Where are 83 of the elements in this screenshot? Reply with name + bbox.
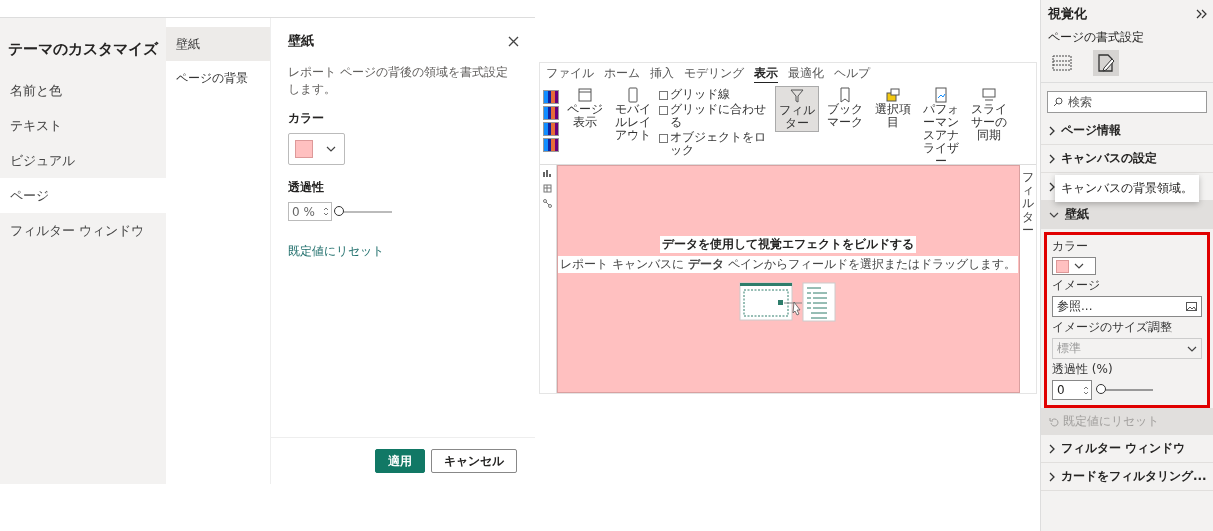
ribbon-button[interactable]: 選択項目 xyxy=(870,86,915,130)
apply-button[interactable]: 適用 xyxy=(375,449,425,473)
ribbon-button[interactable]: ブックマーク xyxy=(822,86,867,130)
chevron-right-icon xyxy=(1049,153,1055,164)
ribbon-tab[interactable]: 表示 xyxy=(753,64,778,83)
image-label: イメージ xyxy=(1052,277,1101,294)
pane-subtitle: ページの書式設定 xyxy=(1047,29,1145,46)
checkbox[interactable] xyxy=(658,106,668,115)
page-view-icon xyxy=(576,87,593,103)
ribbon-tab[interactable]: 最適化 xyxy=(787,65,824,82)
spin-arrows-icon[interactable] xyxy=(1083,384,1089,396)
ribbon-button[interactable]: ページ表示 xyxy=(562,86,607,130)
ribbon-tab[interactable]: ファイル xyxy=(545,65,594,82)
ribbon-button[interactable]: パフォーマンスアナライザー xyxy=(918,86,963,169)
color-label: カラー xyxy=(288,110,325,127)
tooltip: キャンバスの背景領域。 xyxy=(1055,175,1199,202)
subnav-item[interactable]: ページの背景 xyxy=(166,61,270,95)
section-header[interactable]: 壁紙 xyxy=(1041,201,1213,229)
ribbon-button[interactable]: モバイルレイアウト xyxy=(610,86,655,143)
chevron-down-icon xyxy=(1074,263,1084,269)
cancel-button[interactable]: キャンセル xyxy=(431,449,517,473)
section-header[interactable]: フィルター ウィンドウ xyxy=(1041,435,1213,463)
ribbon-tab[interactable]: モデリング xyxy=(683,65,744,82)
undo-icon xyxy=(1049,416,1059,427)
search-field[interactable]: 検索 xyxy=(1047,91,1207,113)
spin-arrows-icon[interactable] xyxy=(323,206,329,217)
ribbon-button[interactable]: フィルター xyxy=(774,86,819,132)
ribbon-tab[interactable]: 挿入 xyxy=(649,65,674,82)
close-icon[interactable] xyxy=(508,35,519,47)
dialog-title: テーマのカスタマイズ xyxy=(7,39,160,60)
ribbon-tab[interactable]: ホーム xyxy=(603,65,640,82)
chevron-right-icon xyxy=(1049,181,1055,192)
chevron-right-icon xyxy=(1049,443,1055,454)
transparency-label: 透過性 (%) xyxy=(1052,361,1114,378)
section-header[interactable]: カードをフィルタリング... xyxy=(1041,463,1213,491)
checkbox-label: グリッドに合わせる xyxy=(669,103,767,129)
report-view-icon[interactable] xyxy=(543,169,552,178)
subnav-item[interactable]: 壁紙 xyxy=(166,27,270,61)
image-fit-label: イメージのサイズ調整 xyxy=(1052,319,1173,336)
chevron-down-icon xyxy=(326,146,336,152)
transparency-label: 透過性 xyxy=(288,179,325,196)
panel-description: レポート ページの背後の領域を書式設定します。 xyxy=(288,64,509,98)
chevron-right-icon xyxy=(1049,125,1055,136)
nav-item[interactable]: フィルター ウィンドウ xyxy=(0,213,166,248)
layers-icon xyxy=(884,87,901,103)
checkbox[interactable] xyxy=(658,91,668,100)
image-icon xyxy=(1186,302,1197,311)
table-view-icon[interactable] xyxy=(543,184,552,193)
slider-thumb[interactable] xyxy=(1096,384,1106,394)
transparency-input[interactable]: 0 xyxy=(1052,380,1092,400)
chevron-down-icon xyxy=(1049,211,1059,218)
checkbox[interactable] xyxy=(658,134,668,143)
format-page-icon[interactable] xyxy=(1093,50,1119,76)
color-label: カラー xyxy=(1052,238,1089,255)
section-header[interactable]: キャンバスの設定 xyxy=(1041,145,1213,173)
nav-item[interactable]: 名前と色 xyxy=(0,73,166,108)
chevron-right-icon xyxy=(1049,471,1055,482)
color-picker[interactable] xyxy=(288,133,345,165)
ribbon-button[interactable]: スライサーの同期 xyxy=(966,86,1011,143)
ribbon-tab[interactable]: ヘルプ xyxy=(833,65,870,82)
panel-heading: 壁紙 xyxy=(288,32,314,50)
canvas-heading: データを使用して視覚エフェクトをビルドする xyxy=(660,236,916,253)
nav-item[interactable]: ビジュアル xyxy=(0,143,166,178)
nav-item[interactable]: テキスト xyxy=(0,108,166,143)
filter-icon xyxy=(788,88,805,104)
collapse-icon[interactable] xyxy=(1196,9,1207,19)
color-picker[interactable] xyxy=(1052,257,1096,275)
pane-title: 視覚化 xyxy=(1048,5,1087,23)
chart-document-icon xyxy=(932,87,949,103)
slider-thumb[interactable] xyxy=(334,205,344,216)
chevron-down-icon xyxy=(1187,345,1197,352)
checkbox-label: グリッド線 xyxy=(669,88,730,101)
section-header[interactable]: ページ情報 xyxy=(1041,117,1213,145)
image-browse-field[interactable]: 参照... xyxy=(1052,296,1202,317)
canvas-description: レポート キャンバスに データ ペインからフィールドを選択またはドラッグします。 xyxy=(558,256,1018,273)
transparency-input[interactable]: 0 % xyxy=(288,202,332,221)
filters-pane-label[interactable]: フィルター xyxy=(1021,171,1034,393)
search-icon xyxy=(1053,97,1063,107)
reset-link[interactable]: 既定値にリセット xyxy=(288,243,384,260)
model-view-icon[interactable] xyxy=(543,199,552,208)
sync-panel-icon xyxy=(980,87,997,103)
checkbox-label: オブジェクトをロック xyxy=(669,131,767,157)
nav-item[interactable]: ページ xyxy=(0,178,166,213)
